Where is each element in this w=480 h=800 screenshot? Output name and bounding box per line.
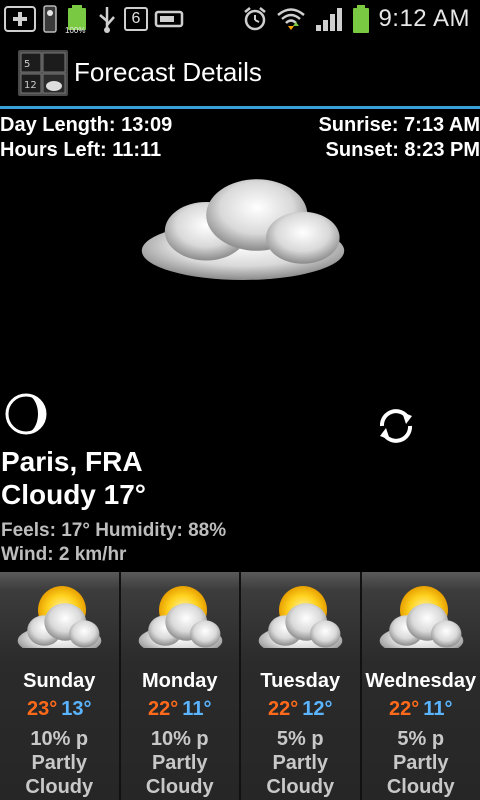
forecast-day-monday[interactable]: Monday 22° 11° 10% p Partly Cloudy — [120, 572, 241, 800]
title-divider — [0, 106, 480, 109]
title-bar: 5 12 Forecast Details — [0, 38, 480, 106]
alarm-icon — [242, 6, 268, 32]
high-temp: 22° — [268, 698, 299, 720]
precip: 10% p — [150, 728, 209, 750]
condition-line-2: Cloudy — [386, 776, 455, 798]
status-time: 9:12 AM — [378, 5, 470, 32]
condition-line-2: Cloudy — [25, 776, 94, 798]
refresh-icon[interactable] — [374, 404, 418, 448]
low-temp: 11° — [182, 698, 212, 720]
battery-small-icon: 100% — [64, 4, 90, 35]
notification-count-icon: 6 — [124, 7, 148, 31]
condition-line-1: Partly — [392, 752, 449, 774]
phone-icon — [42, 5, 58, 33]
add-icon — [4, 6, 36, 32]
forecast-day-tuesday[interactable]: Tuesday 22° 12° 5% p Partly Cloudy — [241, 572, 362, 800]
current-condition: Cloudy 17° — [1, 479, 147, 510]
high-temp: 23° — [27, 698, 58, 720]
signal-icon — [314, 5, 344, 33]
wind: Wind: 2 km/hr — [1, 544, 127, 565]
partly-cloudy-icon — [131, 582, 231, 656]
battery-icon — [352, 4, 370, 34]
partly-cloudy-icon — [372, 582, 472, 656]
high-temp: 22° — [389, 698, 420, 720]
partly-cloudy-icon — [251, 582, 351, 656]
cloud-icon — [128, 150, 358, 280]
day-temps: 22° 11° — [362, 698, 480, 721]
low-temp: 11° — [423, 698, 453, 720]
day-temps: 23° 13° — [0, 698, 119, 721]
partly-cloudy-icon — [10, 582, 110, 656]
wifi-icon — [276, 6, 306, 32]
tablet-icon — [154, 8, 186, 30]
svg-text:12: 12 — [24, 80, 37, 91]
feels-humidity: Feels: 17° Humidity: 88% — [1, 520, 227, 541]
sunrise: Sunrise: 7:13 AM — [318, 114, 480, 136]
moon-phase-icon — [4, 392, 48, 436]
high-temp: 22° — [148, 698, 179, 720]
day-name: Tuesday — [260, 670, 341, 692]
condition-line-1: Partly — [272, 752, 329, 774]
condition-line-2: Cloudy — [266, 776, 335, 798]
location-name: Paris, FRA — [1, 446, 143, 477]
low-temp: 12° — [302, 698, 333, 720]
day-name: Monday — [141, 670, 218, 692]
day-length: Day Length: 13:09 — [0, 114, 173, 136]
day-temps: 22° 11° — [121, 698, 240, 721]
precip: 5% p — [397, 728, 445, 750]
condition-line-1: Partly — [151, 752, 208, 774]
status-bar: 100% 6 9:12 AM — [0, 0, 480, 38]
page-title: Forecast Details — [74, 57, 262, 87]
precip: 5% p — [276, 728, 324, 750]
condition-line-1: Partly — [31, 752, 88, 774]
condition-line-2: Cloudy — [145, 776, 214, 798]
usb-icon — [96, 5, 118, 33]
battery-percent-label: 100% — [65, 26, 86, 35]
day-name: Wednesday — [365, 670, 477, 692]
day-temps: 22° 12° — [241, 698, 360, 721]
app-icon[interactable]: 5 12 — [18, 50, 68, 96]
svg-text:5: 5 — [24, 59, 30, 70]
forecast-day-sunday[interactable]: Sunday 23° 13° 10% p Partly Cloudy — [0, 572, 121, 800]
forecast-day-wednesday[interactable]: Wednesday 22° 11° 5% p Partly Cloudy — [361, 572, 480, 800]
precip: 10% p — [30, 728, 89, 750]
day-name: Sunday — [23, 670, 96, 692]
low-temp: 13° — [61, 698, 92, 720]
forecast-strip: Sunday 23° 13° 10% p Partly Cloudy Monday… — [0, 572, 480, 800]
